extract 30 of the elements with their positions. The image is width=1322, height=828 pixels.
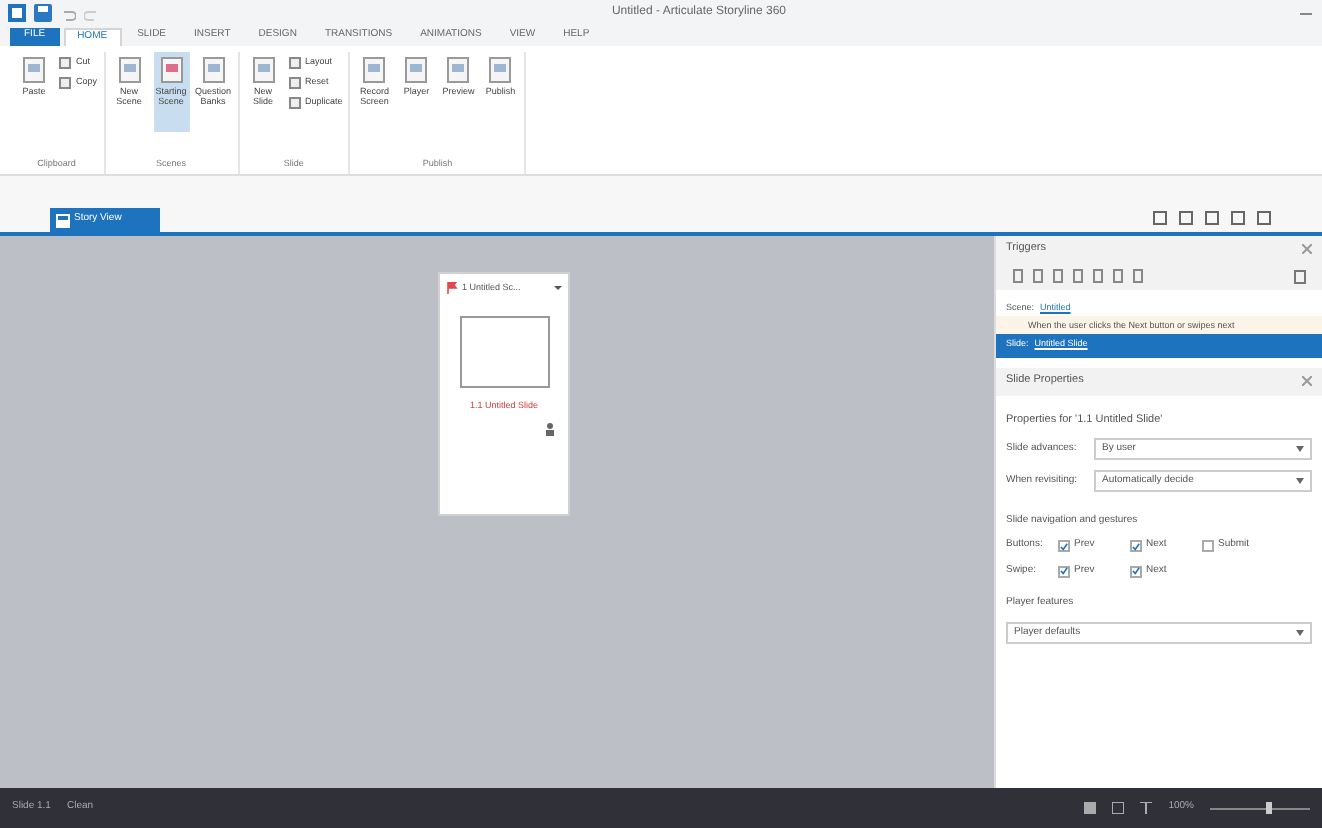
document-icon bbox=[488, 56, 513, 84]
document-icon bbox=[201, 56, 226, 84]
document-icon bbox=[446, 56, 471, 84]
zoom-slider[interactable] bbox=[1210, 802, 1310, 814]
checkbox[interactable] bbox=[1058, 540, 1070, 552]
caret-icon bbox=[1296, 629, 1304, 636]
caret-icon bbox=[1296, 477, 1304, 484]
check-icon bbox=[1132, 566, 1140, 576]
checkbox[interactable] bbox=[1130, 565, 1142, 577]
caret-icon bbox=[1296, 445, 1304, 452]
checkbox[interactable] bbox=[1130, 540, 1142, 552]
check-icon bbox=[1060, 566, 1068, 576]
close-icon[interactable] bbox=[1302, 244, 1312, 254]
check-icon bbox=[1132, 541, 1140, 551]
document-icon bbox=[22, 56, 46, 84]
save-icon[interactable] bbox=[34, 4, 52, 22]
slider-thumb[interactable] bbox=[1266, 802, 1273, 814]
document-icon bbox=[404, 56, 429, 84]
check-icon bbox=[1060, 541, 1068, 551]
checkbox[interactable] bbox=[1202, 540, 1214, 552]
close-icon[interactable] bbox=[1302, 376, 1312, 386]
slide-thumbnail[interactable] bbox=[459, 315, 549, 388]
document-icon bbox=[159, 56, 184, 84]
checkbox[interactable] bbox=[1058, 565, 1070, 577]
person-icon bbox=[544, 421, 556, 435]
story-icon bbox=[56, 213, 70, 227]
document-icon bbox=[362, 56, 387, 84]
document-icon bbox=[117, 56, 142, 84]
starting-flag-icon bbox=[446, 282, 458, 295]
document-icon bbox=[251, 56, 276, 84]
